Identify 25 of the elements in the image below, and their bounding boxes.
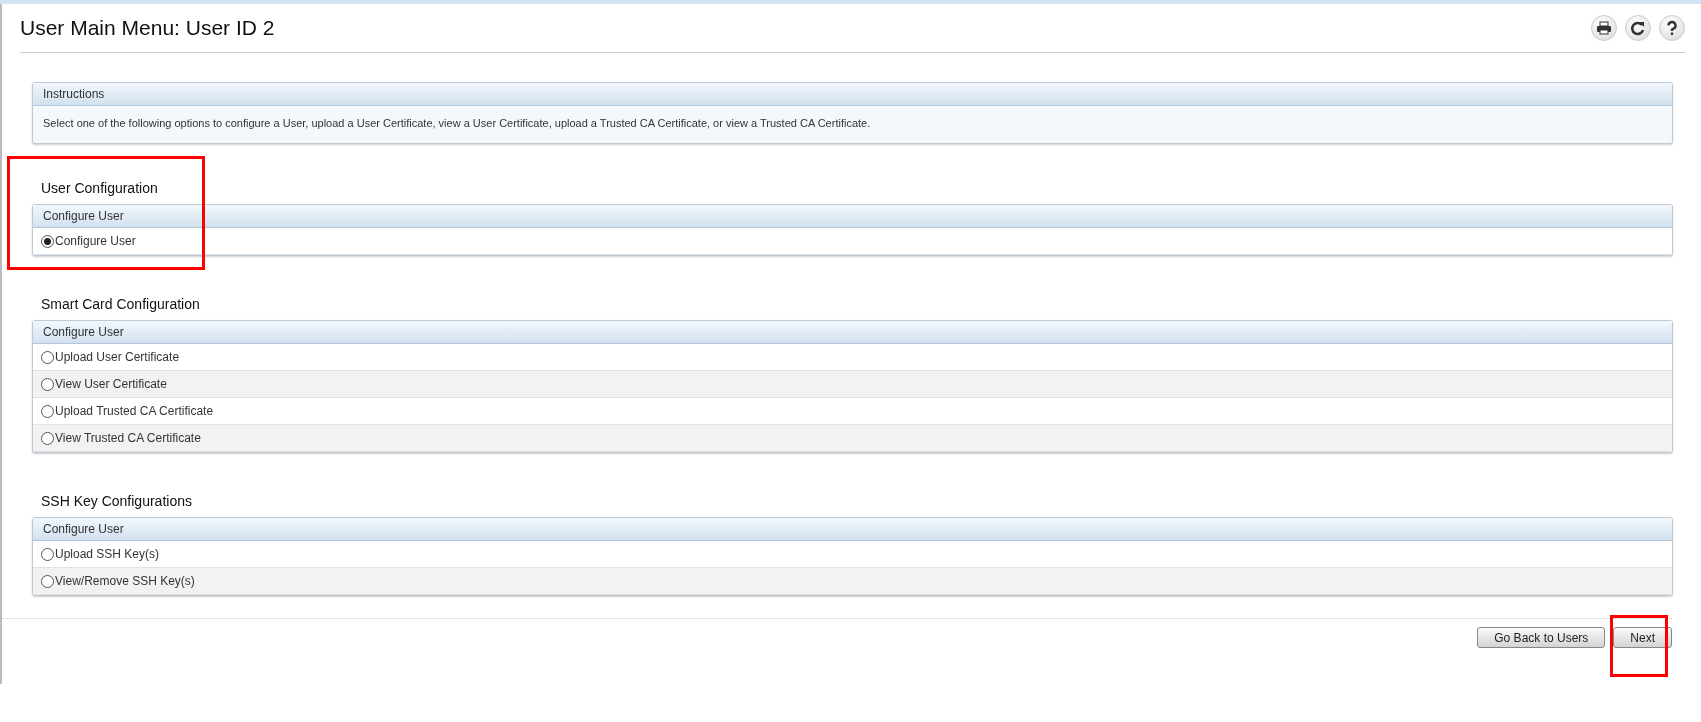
- print-icon[interactable]: [1591, 15, 1617, 41]
- radio-button[interactable]: [41, 404, 54, 418]
- help-icon[interactable]: [1659, 15, 1685, 41]
- section-heading: User Configuration: [41, 180, 159, 196]
- radio-button[interactable]: [41, 377, 54, 391]
- table-header: Configure User: [33, 205, 1672, 228]
- table-header: Configure User: [33, 321, 1672, 344]
- radio-button[interactable]: [41, 431, 54, 445]
- page-title: User Main Menu: User ID 2: [20, 16, 275, 40]
- radio-button[interactable]: [41, 574, 54, 588]
- radio-option[interactable]: View User Certificate: [33, 371, 1672, 398]
- radio-button[interactable]: [41, 234, 54, 248]
- table-header: Configure User: [33, 518, 1672, 541]
- radio-option[interactable]: View Trusted CA Certificate: [33, 425, 1672, 452]
- section-heading: SSH Key Configurations: [41, 493, 193, 509]
- refresh-icon[interactable]: [1625, 15, 1651, 41]
- radio-button[interactable]: [41, 547, 54, 561]
- radio-option[interactable]: Configure User: [33, 228, 1672, 255]
- action-button[interactable]: Next: [1613, 627, 1672, 648]
- radio-button[interactable]: [41, 350, 54, 364]
- section-heading: Smart Card Configuration: [41, 296, 201, 312]
- radio-option[interactable]: View/Remove SSH Key(s): [33, 568, 1672, 595]
- panel-header: Instructions: [33, 83, 1672, 106]
- instructions-text: Select one of the following options to configure a User, upload a User Certificate, view a User Certificate, upload a Trusted CA Certificate, or view a Trusted CA Certificate.: [43, 117, 871, 129]
- action-button[interactable]: Go Back to Users: [1477, 627, 1606, 648]
